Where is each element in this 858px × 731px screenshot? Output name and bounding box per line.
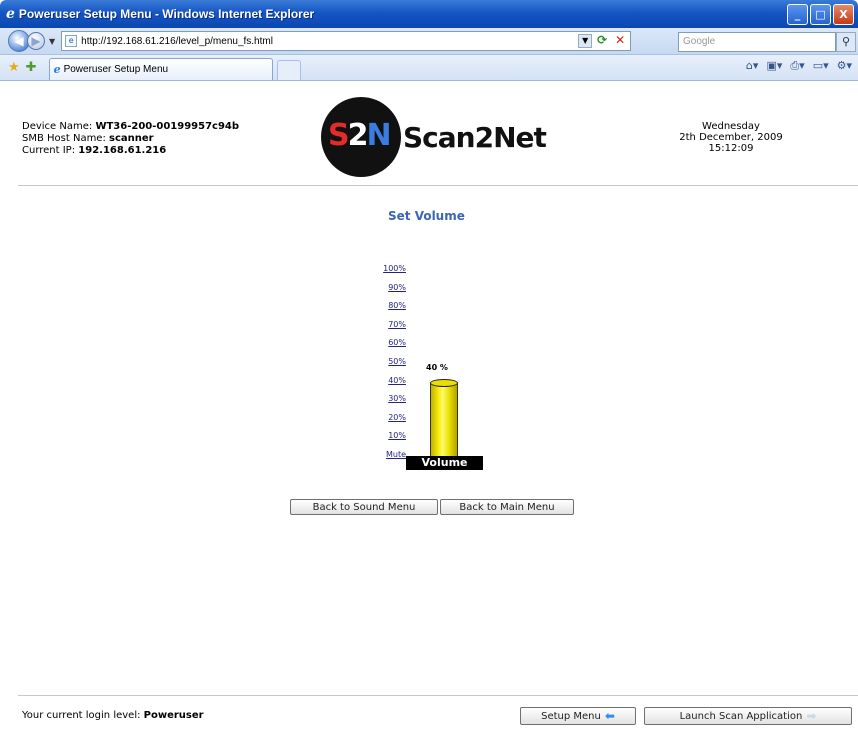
- page-content: Device Name: WT36-200-00199957c94b SMB H…: [8, 81, 858, 731]
- date: 2th December, 2009: [679, 132, 783, 143]
- page-title: Set Volume: [388, 209, 465, 223]
- volume-bar-cap: [430, 378, 458, 387]
- history-dropdown-icon[interactable]: ▼: [49, 37, 55, 46]
- search-input[interactable]: Google: [678, 32, 836, 52]
- login-level-label: Your current login level:: [22, 710, 141, 721]
- page-icon: e: [65, 35, 78, 47]
- ie-logo-icon: e: [6, 6, 15, 22]
- volume-caption: Volume: [406, 456, 483, 470]
- weekday: Wednesday: [702, 121, 760, 132]
- search-icon[interactable]: ⚲: [836, 32, 856, 52]
- page-menu-icon[interactable]: ▭▾: [813, 59, 829, 73]
- volume-level-link[interactable]: 10%: [376, 431, 406, 450]
- tab-poweruser-setup-menu[interactable]: e Poweruser Setup Menu: [48, 58, 273, 80]
- volume-level-link[interactable]: 70%: [376, 320, 406, 339]
- volume-level-link[interactable]: 30%: [376, 394, 406, 413]
- window-title: Poweruser Setup Menu - Windows Internet …: [18, 7, 315, 21]
- tab-bar: ★ ✚ e Poweruser Setup Menu: [0, 55, 858, 81]
- command-bar: ⌂▾ ▣▾ ⎙▾ ▭▾ ⚙▾: [746, 59, 852, 73]
- window-titlebar: e Poweruser Setup Menu - Windows Interne…: [0, 0, 858, 28]
- tab-label: Poweruser Setup Menu: [63, 64, 169, 75]
- volume-level-link[interactable]: 20%: [376, 413, 406, 432]
- stop-icon[interactable]: ✕: [612, 33, 628, 49]
- volume-level-links: 100% 90% 80% 70% 60% 50% 40% 30% 20% 10% Mute: [376, 264, 406, 469]
- scan2net-logo: S2N Scan2Net: [321, 97, 571, 177]
- logo-s2n-mark: S2N: [328, 118, 392, 153]
- new-tab-button[interactable]: [276, 60, 301, 80]
- minimize-button[interactable]: _: [787, 4, 808, 25]
- feeds-icon[interactable]: ▣▾: [766, 59, 782, 73]
- add-favorites-icon[interactable]: ✚: [26, 56, 37, 80]
- tab-ie-icon: e: [53, 63, 61, 76]
- logo-wordmark: Scan2Net: [403, 121, 547, 154]
- current-ip-label: Current IP:: [22, 145, 76, 156]
- smb-host-name: scanner: [109, 133, 154, 144]
- volume-level-link[interactable]: 80%: [376, 301, 406, 320]
- login-level-value: Poweruser: [143, 710, 204, 721]
- volume-level-link[interactable]: 90%: [376, 283, 406, 302]
- maximize-button[interactable]: □: [810, 4, 831, 25]
- smb-host-label: SMB Host Name:: [22, 133, 106, 144]
- volume-level-link[interactable]: 60%: [376, 338, 406, 357]
- address-bar[interactable]: e http://192.168.61.216/level_p/menu_fs.…: [61, 31, 632, 51]
- back-to-sound-menu-button[interactable]: Back to Sound Menu: [290, 499, 438, 515]
- home-icon[interactable]: ⌂▾: [746, 59, 759, 73]
- volume-level-link[interactable]: 50%: [376, 357, 406, 376]
- device-name-label: Device Name:: [22, 121, 93, 132]
- arrow-right-icon: ➡: [806, 709, 817, 723]
- time: 15:12:09: [708, 143, 754, 154]
- setup-menu-button[interactable]: Setup Menu ⬅: [520, 707, 636, 725]
- address-dropdown-icon[interactable]: ▼: [578, 34, 593, 48]
- address-url[interactable]: http://192.168.61.216/level_p/menu_fs.ht…: [81, 36, 578, 47]
- device-name: WT36-200-00199957c94b: [95, 121, 240, 132]
- favorites-star-icon[interactable]: ★: [8, 56, 20, 80]
- date-time: Wednesday 2th December, 2009 15:12:09: [668, 121, 794, 154]
- volume-level-link[interactable]: 40%: [376, 376, 406, 395]
- print-icon[interactable]: ⎙▾: [790, 59, 804, 73]
- device-info: Device Name: WT36-200-00199957c94b SMB H…: [22, 121, 239, 157]
- setup-menu-label: Setup Menu: [541, 710, 601, 722]
- refresh-icon[interactable]: ⟳: [594, 33, 610, 49]
- arrow-left-icon: ⬅: [604, 709, 615, 723]
- launch-scan-application-button[interactable]: Launch Scan Application ➡: [644, 707, 852, 725]
- volume-bar: [430, 382, 458, 457]
- volume-level-link[interactable]: Mute: [376, 450, 406, 469]
- launch-scan-label: Launch Scan Application: [679, 710, 803, 722]
- window-controls: _ □ X: [787, 4, 854, 25]
- back-to-main-menu-button[interactable]: Back to Main Menu: [440, 499, 574, 515]
- forward-icon[interactable]: ▶: [27, 32, 45, 50]
- login-level: Your current login level: Poweruser: [22, 710, 204, 721]
- tools-gear-icon[interactable]: ⚙▾: [837, 59, 852, 73]
- volume-value-label: 40 %: [426, 363, 448, 372]
- navigation-bar: ◀ ▶ ▼ e http://192.168.61.216/level_p/me…: [0, 28, 858, 55]
- volume-level-link[interactable]: 100%: [376, 264, 406, 283]
- header-divider: [18, 185, 858, 186]
- footer-divider: [18, 695, 858, 696]
- close-button[interactable]: X: [833, 4, 854, 25]
- current-ip: 192.168.61.216: [78, 145, 167, 156]
